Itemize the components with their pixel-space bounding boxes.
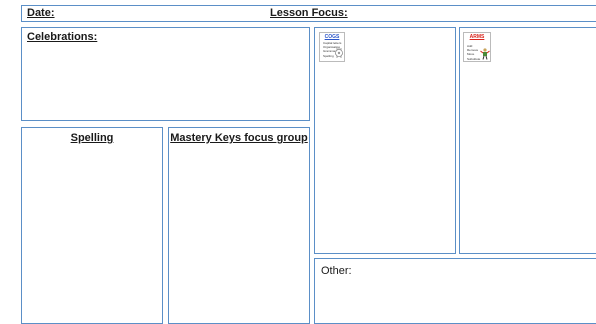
arms-box[interactable]: ARMS Add Remove Move Substitute xyxy=(459,27,596,254)
other-label: Other: xyxy=(321,265,352,277)
lesson-focus-label: Lesson Focus: xyxy=(270,7,348,19)
arms-card: ARMS Add Remove Move Substitute xyxy=(463,32,491,62)
robot-figure-icon xyxy=(480,48,490,60)
mastery-keys-box[interactable]: Mastery Keys focus group xyxy=(168,127,310,324)
date-label: Date: xyxy=(27,7,55,19)
mastery-keys-label: Mastery Keys focus group xyxy=(170,132,308,144)
other-box[interactable]: Other: xyxy=(314,258,596,324)
cogs-box[interactable]: COGS Capital letters Organisation Gramma… xyxy=(314,27,456,254)
arms-title: ARMS xyxy=(469,34,485,40)
arms-item: Substitute xyxy=(467,56,481,61)
spelling-label: Spelling xyxy=(70,132,114,144)
arms-list: Add Remove Move Substitute xyxy=(467,44,480,61)
header-bar: Date: Lesson Focus: xyxy=(21,5,596,22)
celebrations-box[interactable]: Celebrations: xyxy=(21,27,310,121)
spelling-box[interactable]: Spelling xyxy=(21,127,163,324)
cogs-title: COGS xyxy=(324,34,340,40)
celebrations-label: Celebrations: xyxy=(27,31,98,43)
cogs-card: COGS Capital letters Organisation Gramma… xyxy=(319,32,345,62)
cog-hand-icon xyxy=(335,47,343,58)
